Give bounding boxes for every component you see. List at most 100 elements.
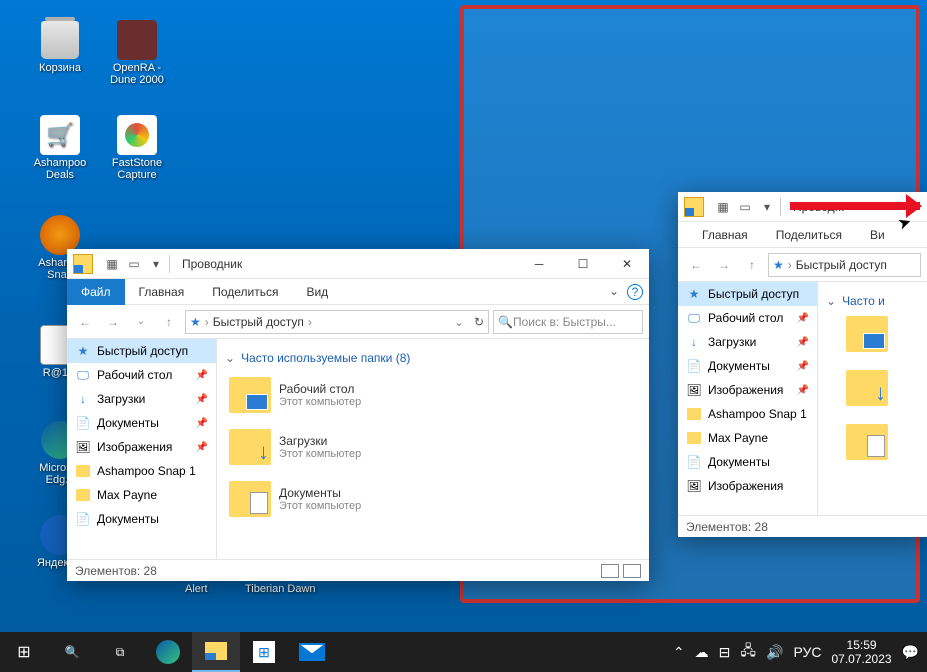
search-input[interactable]: 🔍 Поиск в: Быстры... — [493, 310, 643, 334]
folder-name: Загрузки — [279, 434, 361, 448]
nav-desktop[interactable]: 🖵Рабочий стол📌 — [678, 306, 817, 330]
tray-meet-icon[interactable]: ⊟ — [719, 644, 731, 661]
group-header[interactable]: ⌄Часто используемые папки (8) — [225, 351, 641, 365]
download-icon: ↓ — [686, 334, 702, 350]
nav-pictures[interactable]: 🖼Изображения📌 — [678, 378, 817, 402]
tab-view[interactable]: Вид — [292, 279, 342, 305]
tray-overflow-icon[interactable]: ⌃ — [673, 644, 685, 661]
tray-volume-icon[interactable]: 🔊 — [766, 644, 783, 661]
recent-dropdown-icon[interactable]: ⌄ — [129, 310, 153, 334]
nav-folder[interactable]: Ashampoo Snap 1 — [678, 402, 817, 426]
star-icon: ★ — [686, 286, 702, 302]
nav-folder[interactable]: Ashampoo Snap 1 — [67, 459, 216, 483]
forward-button[interactable]: → — [712, 253, 736, 277]
nav-pictures[interactable]: 🖼Изображения — [678, 474, 817, 498]
tab-view[interactable]: Ви — [856, 222, 899, 248]
qat-dropdown-icon[interactable]: ▾ — [758, 198, 776, 216]
forward-button[interactable]: → — [101, 310, 125, 334]
explorer-window-2[interactable]: ▦ ▭ ▾ Провод... Главная Поделиться Ви ← … — [678, 192, 927, 537]
chevron-down-icon[interactable]: ⌄ — [609, 284, 619, 300]
qat-properties-icon[interactable]: ▦ — [714, 198, 732, 216]
nav-folder[interactable]: Max Payne — [67, 483, 216, 507]
nav-quick-access[interactable]: ★Быстрый доступ — [678, 282, 817, 306]
quick-access-toolbar: ▦ ▭ ▾ — [714, 198, 776, 216]
nav-documents[interactable]: 📄Документы📌 — [678, 354, 817, 378]
task-view-button[interactable]: ⧉ — [96, 632, 144, 672]
folder-icon[interactable] — [846, 370, 888, 406]
folder-location: Этот компьютер — [279, 500, 361, 512]
desktop-icon-openra[interactable]: OpenRA - Dune 2000 — [102, 20, 172, 86]
qat-newfolder-icon[interactable]: ▭ — [736, 198, 754, 216]
tray-clock[interactable]: 15:5907.07.2023 — [832, 638, 892, 667]
navigation-pane[interactable]: ★Быстрый доступ 🖵Рабочий стол📌 ↓Загрузки… — [678, 282, 818, 515]
taskbar-store[interactable]: ⊞ — [240, 632, 288, 672]
maximize-button[interactable]: ☐ — [561, 249, 605, 279]
qat-dropdown-icon[interactable]: ▾ — [147, 255, 165, 273]
taskbar[interactable]: ⊞ 🔍 ⧉ ⊞ ⌃ ☁ ⊟ 🖧 🔊 РУС 15:5907.07.2023 💬 — [0, 632, 927, 672]
nav-documents[interactable]: 📄Документы — [67, 507, 216, 531]
tab-share[interactable]: Поделиться — [198, 279, 292, 305]
explorer-window-1[interactable]: ▦ ▭ ▾ Проводник ─ ☐ ✕ Файл Главная Подел… — [67, 249, 649, 581]
desktop-label[interactable]: Tiberian Dawn — [245, 583, 316, 595]
breadcrumb[interactable]: Быстрый доступ — [213, 315, 304, 329]
desktop-icon-recycle-bin[interactable]: Корзина — [25, 20, 95, 74]
folder-downloads[interactable]: ЗагрузкиЭтот компьютер — [225, 425, 641, 469]
content-pane[interactable]: ⌄Часто и — [818, 282, 927, 515]
taskbar-explorer[interactable] — [192, 632, 240, 672]
nav-label: Max Payne — [97, 488, 157, 502]
explorer-icon — [205, 642, 227, 660]
content-pane[interactable]: ⌄Часто используемые папки (8) Рабочий ст… — [217, 339, 649, 559]
nav-downloads[interactable]: ↓Загрузки📌 — [678, 330, 817, 354]
tab-home[interactable]: Главная — [125, 279, 199, 305]
folder-icon[interactable] — [846, 316, 888, 352]
nav-label: Рабочий стол — [97, 368, 172, 382]
titlebar[interactable]: ▦ ▭ ▾ Проводник ─ ☐ ✕ — [67, 249, 649, 279]
clock-time: 15:59 — [832, 638, 892, 652]
refresh-icon[interactable]: ↻ — [474, 315, 484, 329]
folder-documents[interactable]: ДокументыЭтот компьютер — [225, 477, 641, 521]
document-icon: 📄 — [686, 358, 702, 374]
close-button[interactable]: ✕ — [605, 249, 649, 279]
desktop-icon-faststone[interactable]: FastStone Capture — [102, 115, 172, 181]
folder-desktop[interactable]: Рабочий столЭтот компьютер — [225, 373, 641, 417]
help-icon[interactable]: ? — [627, 284, 643, 300]
minimize-button[interactable]: ─ — [517, 249, 561, 279]
nav-quick-access[interactable]: ★Быстрый доступ — [67, 339, 216, 363]
start-button[interactable]: ⊞ — [0, 632, 48, 672]
desktop-label[interactable]: Alert — [185, 583, 208, 595]
breadcrumb[interactable]: Быстрый доступ — [796, 258, 887, 272]
taskbar-edge[interactable] — [144, 632, 192, 672]
qat-newfolder-icon[interactable]: ▭ — [125, 255, 143, 273]
store-icon: ⊞ — [253, 641, 275, 663]
nav-pictures[interactable]: 🖼Изображения📌 — [67, 435, 216, 459]
status-bar: Элементов: 28 — [67, 559, 649, 581]
tab-home[interactable]: Главная — [688, 222, 762, 248]
up-button[interactable]: ↑ — [157, 310, 181, 334]
search-button[interactable]: 🔍 — [48, 632, 96, 672]
address-bar[interactable]: ★ › Быстрый доступ › ⌄ ↻ — [185, 310, 489, 334]
navigation-pane[interactable]: ★Быстрый доступ 🖵Рабочий стол📌 ↓Загрузки… — [67, 339, 217, 559]
tray-notifications-icon[interactable]: 💬 — [902, 644, 919, 661]
nav-documents[interactable]: 📄Документы📌 — [67, 411, 216, 435]
tab-file[interactable]: Файл — [67, 279, 125, 305]
taskbar-mail[interactable] — [288, 632, 336, 672]
view-large-icon[interactable] — [623, 564, 641, 578]
tray-language[interactable]: РУС — [793, 644, 821, 660]
tray-onedrive-icon[interactable]: ☁ — [695, 644, 709, 661]
view-details-icon[interactable] — [601, 564, 619, 578]
tray-network-icon[interactable]: 🖧 — [740, 640, 756, 664]
group-header[interactable]: ⌄Часто и — [826, 294, 919, 308]
tab-share[interactable]: Поделиться — [762, 222, 856, 248]
folder-icon[interactable] — [846, 424, 888, 460]
qat-properties-icon[interactable]: ▦ — [103, 255, 121, 273]
up-button[interactable]: ↑ — [740, 253, 764, 277]
back-button[interactable]: ← — [684, 253, 708, 277]
nav-desktop[interactable]: 🖵Рабочий стол📌 — [67, 363, 216, 387]
nav-folder[interactable]: Max Payne — [678, 426, 817, 450]
nav-downloads[interactable]: ↓Загрузки📌 — [67, 387, 216, 411]
chevron-down-icon: ⌄ — [225, 351, 235, 365]
back-button[interactable]: ← — [73, 310, 97, 334]
nav-documents[interactable]: 📄Документы — [678, 450, 817, 474]
desktop-icon-ashampoo-deals[interactable]: 🛒Ashampoo Deals — [25, 115, 95, 181]
address-bar[interactable]: ★ › Быстрый доступ — [768, 253, 921, 277]
